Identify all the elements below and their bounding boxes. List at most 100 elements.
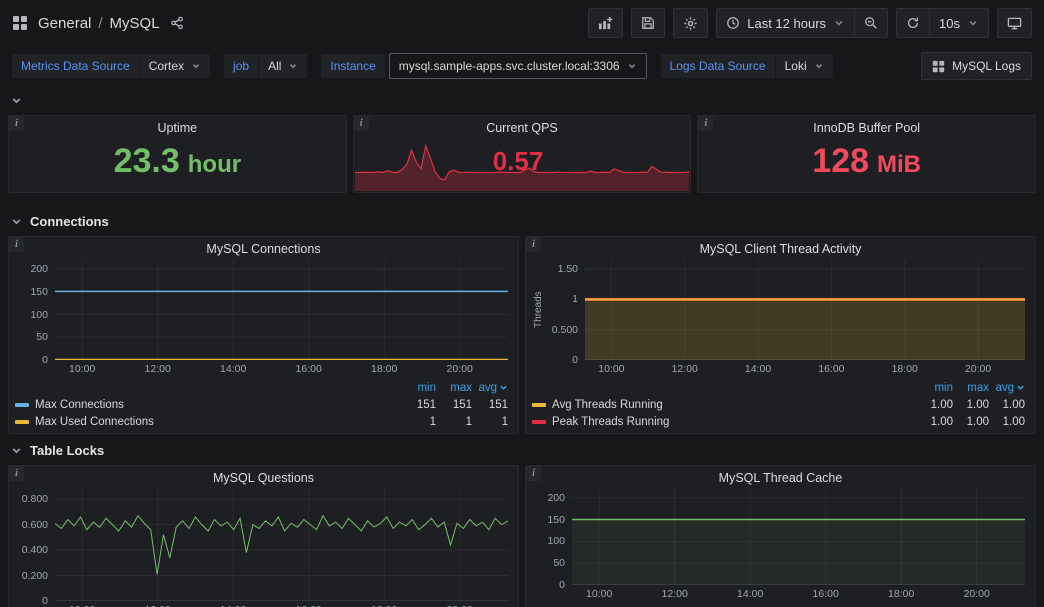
chart-body: Threads00.50011.5010:0012:0014:0016:0018… [526, 256, 1035, 433]
y-axis: 00.50011.50 [545, 260, 585, 360]
panel-title[interactable]: MySQL Client Thread Activity [526, 237, 1035, 256]
chart-plot-svg [55, 489, 508, 601]
legend-series-name[interactable]: Max Used Connections [35, 416, 154, 428]
series-color-swatch[interactable] [15, 403, 29, 407]
variable-value-dropdown[interactable]: mysql.sample-apps.svc.cluster.local:3306 [389, 53, 647, 79]
panel-info-icon[interactable]: i [9, 466, 24, 481]
legend-sort-min[interactable]: min [917, 382, 953, 394]
x-axis: 10:0012:0014:0016:0018:0020:00 [585, 360, 1025, 376]
plot-area: 00.2000.4000.6000.800 [15, 489, 508, 601]
series-color-swatch[interactable] [532, 420, 546, 424]
plot[interactable] [55, 260, 508, 360]
navbar-left: General / MySQL [12, 15, 184, 32]
stat-number: 0.57 [493, 146, 544, 177]
dashboard-settings-button[interactable] [673, 8, 708, 38]
cycle-view-mode-button[interactable] [997, 8, 1032, 38]
breadcrumb-folder[interactable]: General [38, 15, 91, 32]
breadcrumb-separator: / [98, 15, 102, 32]
save-dashboard-button[interactable] [631, 8, 665, 38]
legend: minmaxavg [532, 601, 1025, 607]
y-axis-tick-label: 0.800 [22, 493, 48, 505]
panel-info-icon[interactable]: i [9, 116, 24, 131]
refresh-button[interactable] [896, 8, 930, 38]
x-axis-tick-label: 14:00 [220, 363, 246, 375]
legend-sort-avg[interactable]: avg [989, 382, 1025, 394]
chart-plot-svg [55, 260, 508, 360]
navbar-right: Last 12 hours 10s [588, 8, 1032, 38]
y-axis-tick-label: 0 [559, 579, 565, 591]
panel-info-icon[interactable]: i [354, 116, 369, 131]
row-title: Connections [30, 214, 109, 229]
x-axis-tick-label: 10:00 [586, 588, 612, 600]
add-panel-icon [598, 16, 613, 31]
panel-title[interactable]: MySQL Connections [9, 237, 518, 256]
plot-area: 050100150200 [532, 489, 1025, 585]
x-axis-tick-label: 18:00 [888, 588, 914, 600]
legend-sort-max[interactable]: max [953, 382, 989, 394]
legend-row: Max Used Connections111 [15, 413, 508, 430]
panel-info-icon[interactable]: i [9, 237, 24, 252]
legend-sort-max[interactable]: max [436, 382, 472, 394]
variable-value-dropdown[interactable]: Cortex [140, 54, 210, 78]
series-color-swatch[interactable] [532, 403, 546, 407]
plot[interactable] [572, 489, 1025, 585]
row-header-table-locks[interactable]: Table Locks [8, 436, 1036, 465]
plot[interactable] [585, 260, 1025, 360]
variable-value-dropdown[interactable]: Loki [776, 54, 833, 78]
apps-grid-icon [932, 60, 945, 73]
stat-unit: hour [188, 151, 241, 179]
legend-header-row: minmaxavg [532, 379, 1025, 396]
panel-info-icon[interactable]: i [698, 116, 713, 131]
refresh-interval-dropdown[interactable]: 10s [929, 8, 989, 38]
legend-sort-avg[interactable]: avg [472, 382, 508, 394]
add-panel-button[interactable] [588, 8, 623, 38]
variable-value-dropdown[interactable]: All [259, 54, 307, 78]
legend-value-max: 1.00 [953, 399, 989, 411]
row-collapse-toggle[interactable] [8, 92, 25, 115]
x-axis-tick-label: 20:00 [965, 363, 991, 375]
chart-plot-svg [585, 260, 1025, 360]
share-icon[interactable] [170, 16, 184, 30]
legend-series-name[interactable]: Peak Threads Running [552, 416, 669, 428]
variable-label: Logs Data Source [661, 54, 775, 78]
y-axis-title: Threads [532, 260, 545, 360]
legend-value-max: 151 [436, 399, 472, 411]
panel-title[interactable]: MySQL Thread Cache [526, 466, 1035, 485]
legend-row: Max Connections151151151 [15, 396, 508, 413]
y-axis-tick-label: 0.400 [22, 544, 48, 556]
variable-value: mysql.sample-apps.svc.cluster.local:3306 [399, 59, 620, 73]
chart-body: 00.2000.4000.6000.80010:0012:0014:0016:0… [9, 485, 518, 607]
panel-innodb-buffer-pool: i InnoDB Buffer Pool 128MiB [697, 115, 1036, 193]
x-axis-tick-label: 10:00 [598, 363, 624, 375]
mysql-logs-button[interactable]: MySQL Logs [921, 52, 1032, 80]
panel-info-icon[interactable]: i [526, 237, 541, 252]
stat-value: 0.57 [354, 130, 691, 192]
panel-info-icon[interactable]: i [526, 466, 541, 481]
y-axis-tick-label: 50 [36, 331, 48, 343]
breadcrumb-page[interactable]: MySQL [110, 15, 160, 32]
chart-plot-svg [572, 489, 1025, 585]
chevron-down-icon [10, 444, 23, 457]
variable-logs-data-source: Logs Data Source Loki [661, 54, 833, 78]
legend-series-name[interactable]: Avg Threads Running [552, 399, 663, 411]
legend: minmaxavgMax Connections151151151Max Use… [15, 376, 508, 432]
legend-sort-min[interactable]: min [400, 382, 436, 394]
series-color-swatch[interactable] [15, 420, 29, 424]
zoom-out-time-button[interactable] [854, 8, 888, 38]
row-header-connections[interactable]: Connections [8, 207, 1036, 236]
x-axis-tick-label: 14:00 [745, 363, 771, 375]
legend-value-max: 1 [436, 416, 472, 428]
x-axis-tick-label: 16:00 [813, 588, 839, 600]
x-axis: 10:0012:0014:0016:0018:0020:00 [55, 360, 508, 376]
legend-series-name[interactable]: Max Connections [35, 399, 124, 411]
dashboards-grid-icon[interactable] [12, 15, 28, 31]
time-picker-button[interactable]: Last 12 hours [716, 8, 855, 38]
legend-header-row: minmaxavg [15, 379, 508, 396]
y-axis: 00.2000.4000.6000.800 [15, 489, 55, 601]
plot[interactable] [55, 489, 508, 601]
x-axis-tick-label: 12:00 [672, 363, 698, 375]
panel-title[interactable]: MySQL Questions [9, 466, 518, 485]
x-axis-tick-label: 20:00 [447, 363, 473, 375]
y-axis-tick-label: 150 [30, 286, 48, 298]
legend-row: Avg Threads Running1.001.001.00 [532, 396, 1025, 413]
